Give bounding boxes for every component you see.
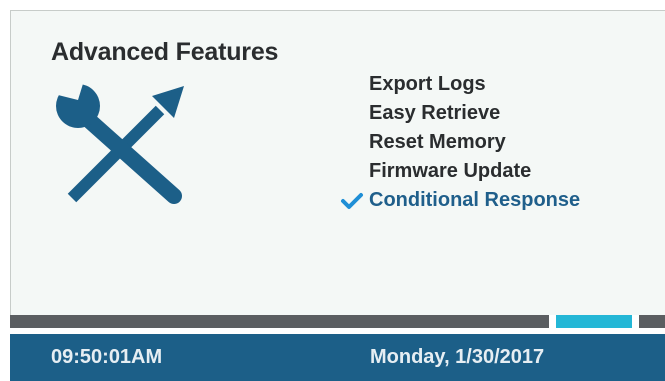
page-indicator-segment [10,315,549,328]
menu-item-label: Reset Memory [369,131,506,153]
status-bar: 09:50:01AM Monday, 1/30/2017 [10,334,665,381]
menu-item-label: Conditional Response [369,189,581,211]
features-menu: Export Logs Easy Retrieve Reset Memory F… [336,70,580,215]
page-title: Advanced Features [51,38,279,66]
controller-screen: Advanced Features Export Logs Easy Retri… [0,0,665,381]
menu-item-reset-memory[interactable]: Reset Memory [336,128,580,157]
menu-item-conditional-response[interactable]: Conditional Response [336,186,580,215]
wrench-and-screwdriver-icon [54,78,184,204]
menu-item-easy-retrieve[interactable]: Easy Retrieve [336,99,580,128]
page-indicator-active-segment [556,315,632,328]
menu-item-label: Easy Retrieve [369,102,501,124]
menu-item-firmware-update[interactable]: Firmware Update [336,157,580,186]
menu-item-label: Export Logs [369,73,486,95]
page-indicator [10,315,665,328]
menu-item-label: Firmware Update [369,160,532,182]
menu-item-export-logs[interactable]: Export Logs [336,70,580,99]
clock-date: Monday, 1/30/2017 [370,346,545,368]
page-indicator-segment [639,315,665,328]
checkmark-icon [341,193,363,209]
clock-time: 09:50:01AM [51,346,163,368]
